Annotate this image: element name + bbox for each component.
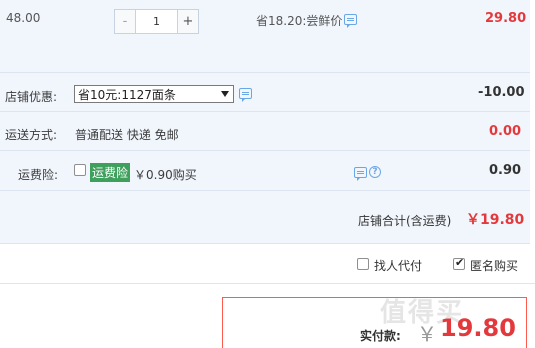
insurance-price: ￥0.90购买 bbox=[134, 168, 197, 182]
row-divider bbox=[0, 283, 535, 284]
payment-currency: ￥ bbox=[417, 322, 437, 346]
shipping-amount: 0.00 bbox=[489, 124, 522, 139]
anonymous-label[interactable]: 匿名购买 bbox=[470, 257, 518, 274]
payment-amount: 19.80 bbox=[440, 314, 516, 342]
message-icon[interactable] bbox=[344, 14, 357, 28]
increase-quantity-button[interactable]: + bbox=[177, 10, 198, 33]
message-icon[interactable] bbox=[239, 88, 252, 102]
message-icon[interactable] bbox=[354, 167, 367, 181]
row-divider bbox=[0, 111, 530, 112]
order-panel bbox=[0, 0, 530, 243]
proxy-pay-checkbox[interactable] bbox=[357, 258, 369, 270]
decrease-quantity-button[interactable]: - bbox=[115, 10, 136, 33]
quantity-stepper[interactable]: - 1 + bbox=[114, 9, 199, 34]
item-subtotal: 29.80 bbox=[485, 11, 527, 26]
shipping-method: 普通配送 快递 免邮 bbox=[75, 128, 179, 142]
payment-label: 实付款: bbox=[360, 329, 401, 343]
shop-discount-select[interactable]: 省10元:1127面条 bbox=[74, 85, 234, 103]
shop-discount-selected: 省10元:1127面条 bbox=[78, 87, 176, 102]
proxy-pay-label[interactable]: 找人代付 bbox=[374, 257, 422, 274]
quantity-input[interactable]: 1 bbox=[136, 10, 177, 33]
shipping-label: 运送方式: bbox=[5, 128, 58, 142]
anonymous-checkbox[interactable] bbox=[453, 256, 465, 270]
shop-discount-amount: -10.00 bbox=[478, 85, 525, 100]
shop-discount-label: 店铺优惠: bbox=[5, 90, 58, 104]
panel-bottom-border bbox=[0, 243, 530, 244]
row-divider bbox=[0, 190, 530, 191]
row-divider bbox=[0, 150, 530, 151]
row-divider bbox=[0, 72, 530, 73]
unit-price: 48.00 bbox=[6, 11, 41, 25]
shop-total-value: ￥19.80 bbox=[466, 212, 525, 228]
chevron-down-icon bbox=[221, 91, 229, 97]
shop-total-label: 店铺合计(含运费) bbox=[358, 214, 452, 228]
insurance-label: 运费险: bbox=[18, 168, 59, 182]
insurance-checkbox[interactable] bbox=[74, 164, 86, 176]
promotion-text: 省18.20:尝鲜价 bbox=[256, 14, 343, 28]
insurance-amount: 0.90 bbox=[489, 163, 522, 178]
insurance-tag: 运费险 bbox=[90, 163, 131, 182]
help-icon[interactable]: ? bbox=[369, 166, 381, 178]
